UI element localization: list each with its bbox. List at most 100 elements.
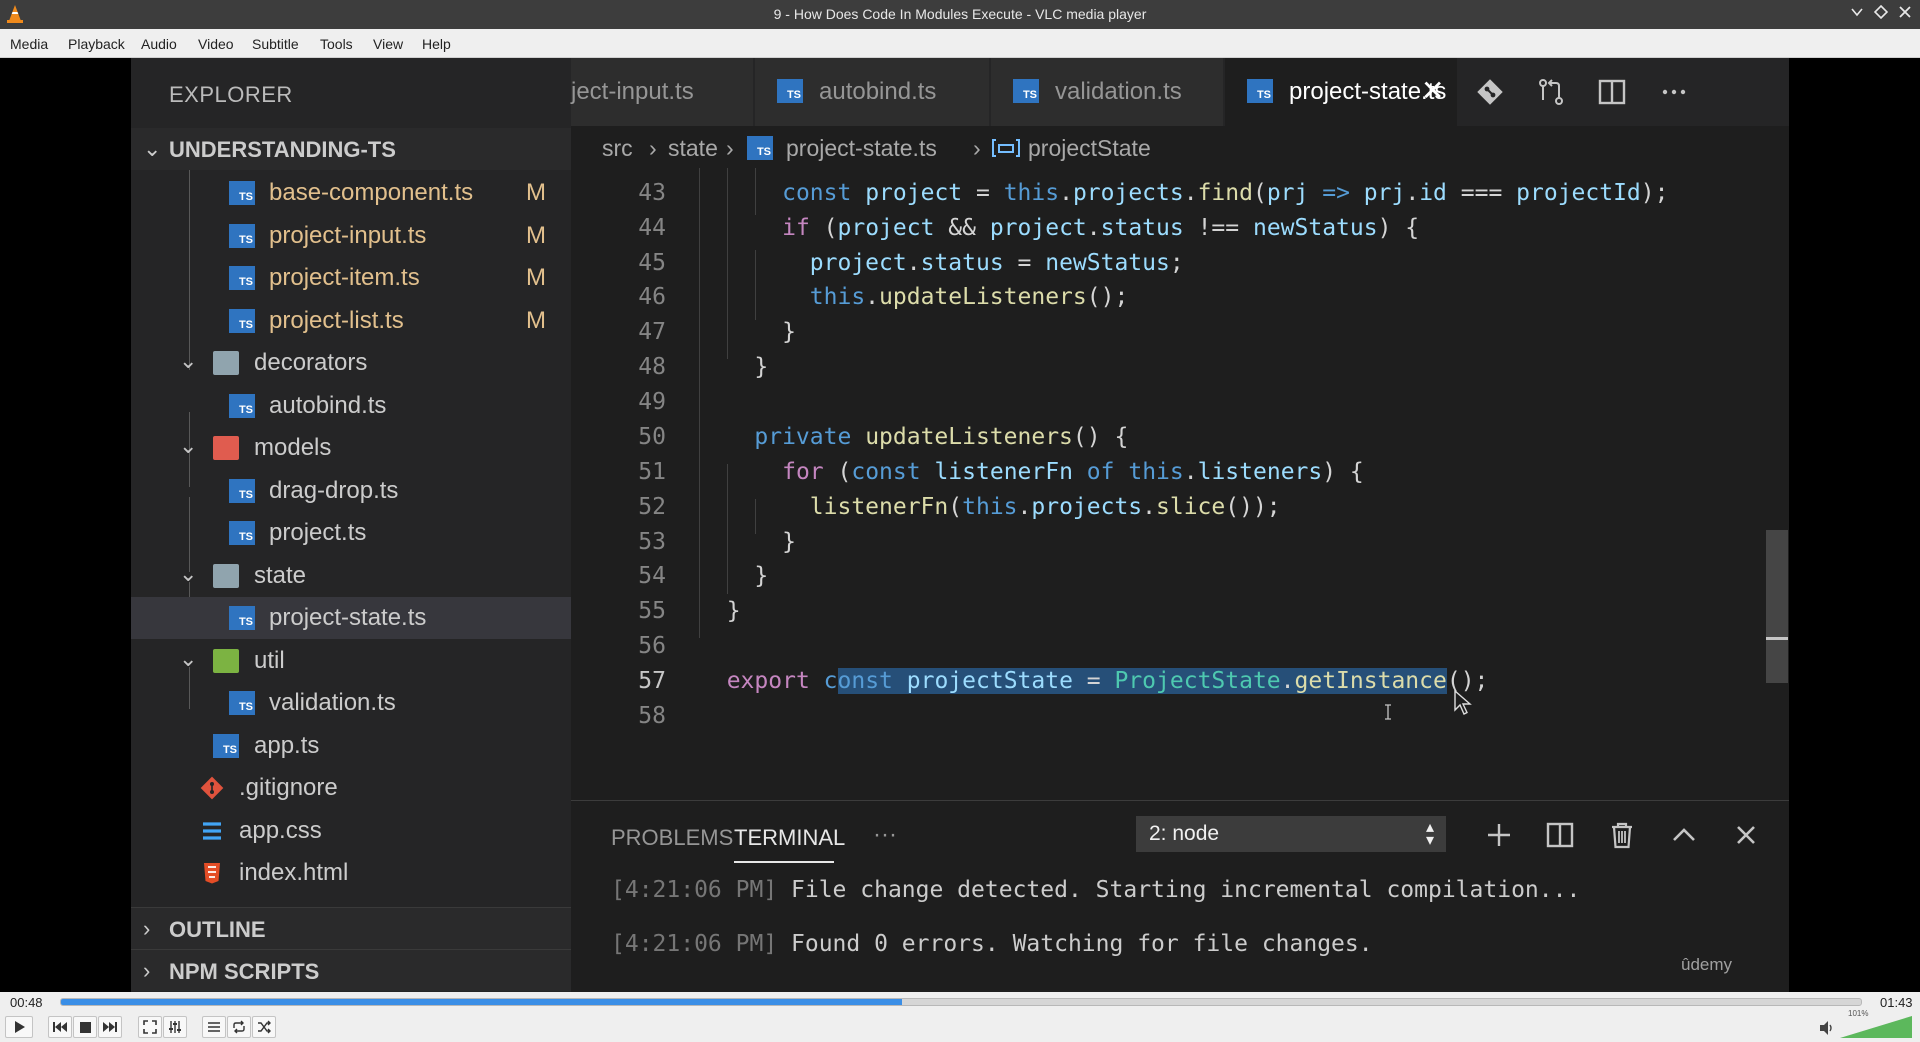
file-row-project-state[interactable]: TS project-state.ts xyxy=(131,597,571,639)
file-row-project-input[interactable]: TS project-input.ts M xyxy=(131,215,571,257)
file-name: app.css xyxy=(239,817,322,844)
tab-project-input[interactable]: ject-input.ts xyxy=(571,58,753,126)
menu-tools[interactable]: Tools xyxy=(320,36,353,52)
loop-icon xyxy=(233,1020,245,1034)
typescript-file-icon: TS xyxy=(229,224,255,248)
player-controls: 00:48 01:43 101% xyxy=(0,992,1920,1042)
line-number-current: 57 xyxy=(638,668,666,694)
editor-scrollbar-thumb[interactable] xyxy=(1766,530,1788,683)
git-compare-icon[interactable] xyxy=(1474,76,1506,108)
modified-badge: M xyxy=(526,179,546,206)
breadcrumb-state[interactable]: state xyxy=(668,135,718,162)
split-terminal-icon[interactable] xyxy=(1544,819,1576,851)
code-line: } xyxy=(699,354,769,380)
tab-terminal[interactable]: TERMINAL xyxy=(734,825,845,851)
variable-symbol-icon xyxy=(992,139,1020,157)
equalizer-icon xyxy=(169,1021,181,1033)
file-row-project[interactable]: TS project.ts xyxy=(131,512,571,554)
file-row-gitignore[interactable]: .gitignore xyxy=(131,767,571,809)
trash-icon[interactable] xyxy=(1606,819,1638,851)
menu-help[interactable]: Help xyxy=(422,36,451,52)
file-row-base-component[interactable]: TS base-component.ts M xyxy=(131,172,571,214)
file-name: project-item.ts xyxy=(269,264,420,291)
terminal-line: [4:21:06 PM] Found 0 errors. Watching fo… xyxy=(611,931,1373,957)
shuffle-button[interactable] xyxy=(252,1016,276,1038)
folder-row-models[interactable]: ⌄ models xyxy=(131,427,571,469)
menu-media[interactable]: Media xyxy=(10,36,48,52)
chevron-right-icon: › xyxy=(143,916,151,941)
file-row-index-html[interactable]: index.html xyxy=(131,852,571,894)
file-row-app-ts[interactable]: TS app.ts xyxy=(131,725,571,767)
loop-button[interactable] xyxy=(227,1016,251,1038)
file-name: index.html xyxy=(239,859,349,886)
fullscreen-button[interactable] xyxy=(138,1016,162,1038)
breadcrumb-src[interactable]: src xyxy=(602,135,633,162)
skip-forward-icon xyxy=(103,1022,117,1032)
folder-name: util xyxy=(254,647,285,674)
menu-video[interactable]: Video xyxy=(198,36,234,52)
new-terminal-icon[interactable] xyxy=(1483,819,1515,851)
tab-validation[interactable]: TS validation.ts xyxy=(991,58,1223,126)
line-number: 53 xyxy=(638,529,666,555)
file-name: base-component.ts xyxy=(269,179,474,206)
vscode-window: EXPLORER ⌄ UNDERSTANDING-TS TS base-comp… xyxy=(131,58,1789,992)
file-row-autobind[interactable]: TS autobind.ts xyxy=(131,385,571,427)
menu-audio[interactable]: Audio xyxy=(141,36,177,52)
maximize-button[interactable] xyxy=(1872,4,1890,23)
tab-autobind[interactable]: TS autobind.ts xyxy=(755,58,989,126)
close-panel-icon[interactable] xyxy=(1730,819,1762,851)
seek-bar[interactable] xyxy=(60,998,1862,1006)
more-panels-icon[interactable]: ··· xyxy=(873,821,897,849)
file-row-project-list[interactable]: TS project-list.ts M xyxy=(131,300,571,342)
terminal-text: File change detected. Starting increment… xyxy=(777,877,1581,903)
file-row-validation[interactable]: TS validation.ts xyxy=(131,682,571,724)
video-surface[interactable]: EXPLORER ⌄ UNDERSTANDING-TS TS base-comp… xyxy=(0,58,1920,992)
breadcrumb-file[interactable]: project-state.ts xyxy=(786,135,937,162)
code-editor[interactable]: 43 44 45 46 47 48 49 50 51 52 53 54 55 5… xyxy=(571,168,1789,800)
tab-project-state[interactable]: TS project-state.ts ✕ xyxy=(1225,58,1457,126)
root-folder-header[interactable]: ⌄ UNDERSTANDING-TS xyxy=(131,128,571,170)
terminal-text: Found 0 errors. Watching for file change… xyxy=(777,931,1373,957)
tab-problems[interactable]: PROBLEMS xyxy=(611,825,733,851)
menu-playback[interactable]: Playback xyxy=(68,36,125,52)
file-row-project-item[interactable]: TS project-item.ts M xyxy=(131,257,571,299)
file-name: app.ts xyxy=(254,732,320,759)
folder-row-state[interactable]: ⌄ state xyxy=(131,555,571,597)
folder-row-decorators[interactable]: ⌄ decorators xyxy=(131,342,571,384)
file-row-app-css[interactable]: app.css xyxy=(131,810,571,852)
chevron-up-icon[interactable] xyxy=(1668,819,1700,851)
tab-label: autobind.ts xyxy=(819,78,937,105)
close-tab-icon[interactable]: ✕ xyxy=(1421,74,1444,107)
file-name: project.ts xyxy=(269,519,367,546)
speaker-icon[interactable] xyxy=(1818,1019,1836,1037)
more-actions-icon[interactable] xyxy=(1658,76,1690,108)
breadcrumb-symbol[interactable]: projectState xyxy=(1028,135,1151,162)
npm-scripts-section-header[interactable]: › NPM SCRIPTS xyxy=(131,949,571,991)
text-cursor-icon xyxy=(1385,704,1391,720)
next-button[interactable] xyxy=(98,1016,122,1038)
code-line: } xyxy=(699,529,796,555)
typescript-file-icon: TS xyxy=(229,479,255,503)
terminal-select-value: 2: node xyxy=(1149,822,1220,845)
split-editor-icon[interactable] xyxy=(1596,76,1628,108)
line-number: 52 xyxy=(638,494,666,520)
udemy-watermark: ûdemy xyxy=(1681,955,1733,974)
minimize-button[interactable] xyxy=(1848,5,1866,23)
extended-settings-button[interactable] xyxy=(163,1016,187,1038)
open-changes-icon[interactable] xyxy=(1535,76,1567,108)
terminal-select[interactable]: 2: node ▴ ▾ xyxy=(1136,816,1446,852)
stop-button[interactable] xyxy=(73,1016,97,1038)
play-button[interactable] xyxy=(5,1016,33,1038)
close-window-button[interactable] xyxy=(1896,5,1914,23)
typescript-file-icon: TS xyxy=(747,136,773,160)
menu-view[interactable]: View xyxy=(373,36,403,52)
previous-button[interactable] xyxy=(48,1016,72,1038)
line-number: 44 xyxy=(638,215,666,241)
file-row-drag-drop[interactable]: TS drag-drop.ts xyxy=(131,470,571,512)
playlist-button[interactable] xyxy=(202,1016,226,1038)
folder-row-util[interactable]: ⌄ util xyxy=(131,640,571,682)
chevron-right-icon: › xyxy=(143,958,151,983)
volume-slider[interactable] xyxy=(1840,1012,1912,1038)
menu-subtitle[interactable]: Subtitle xyxy=(252,36,299,52)
outline-section-header[interactable]: › OUTLINE xyxy=(131,907,571,949)
